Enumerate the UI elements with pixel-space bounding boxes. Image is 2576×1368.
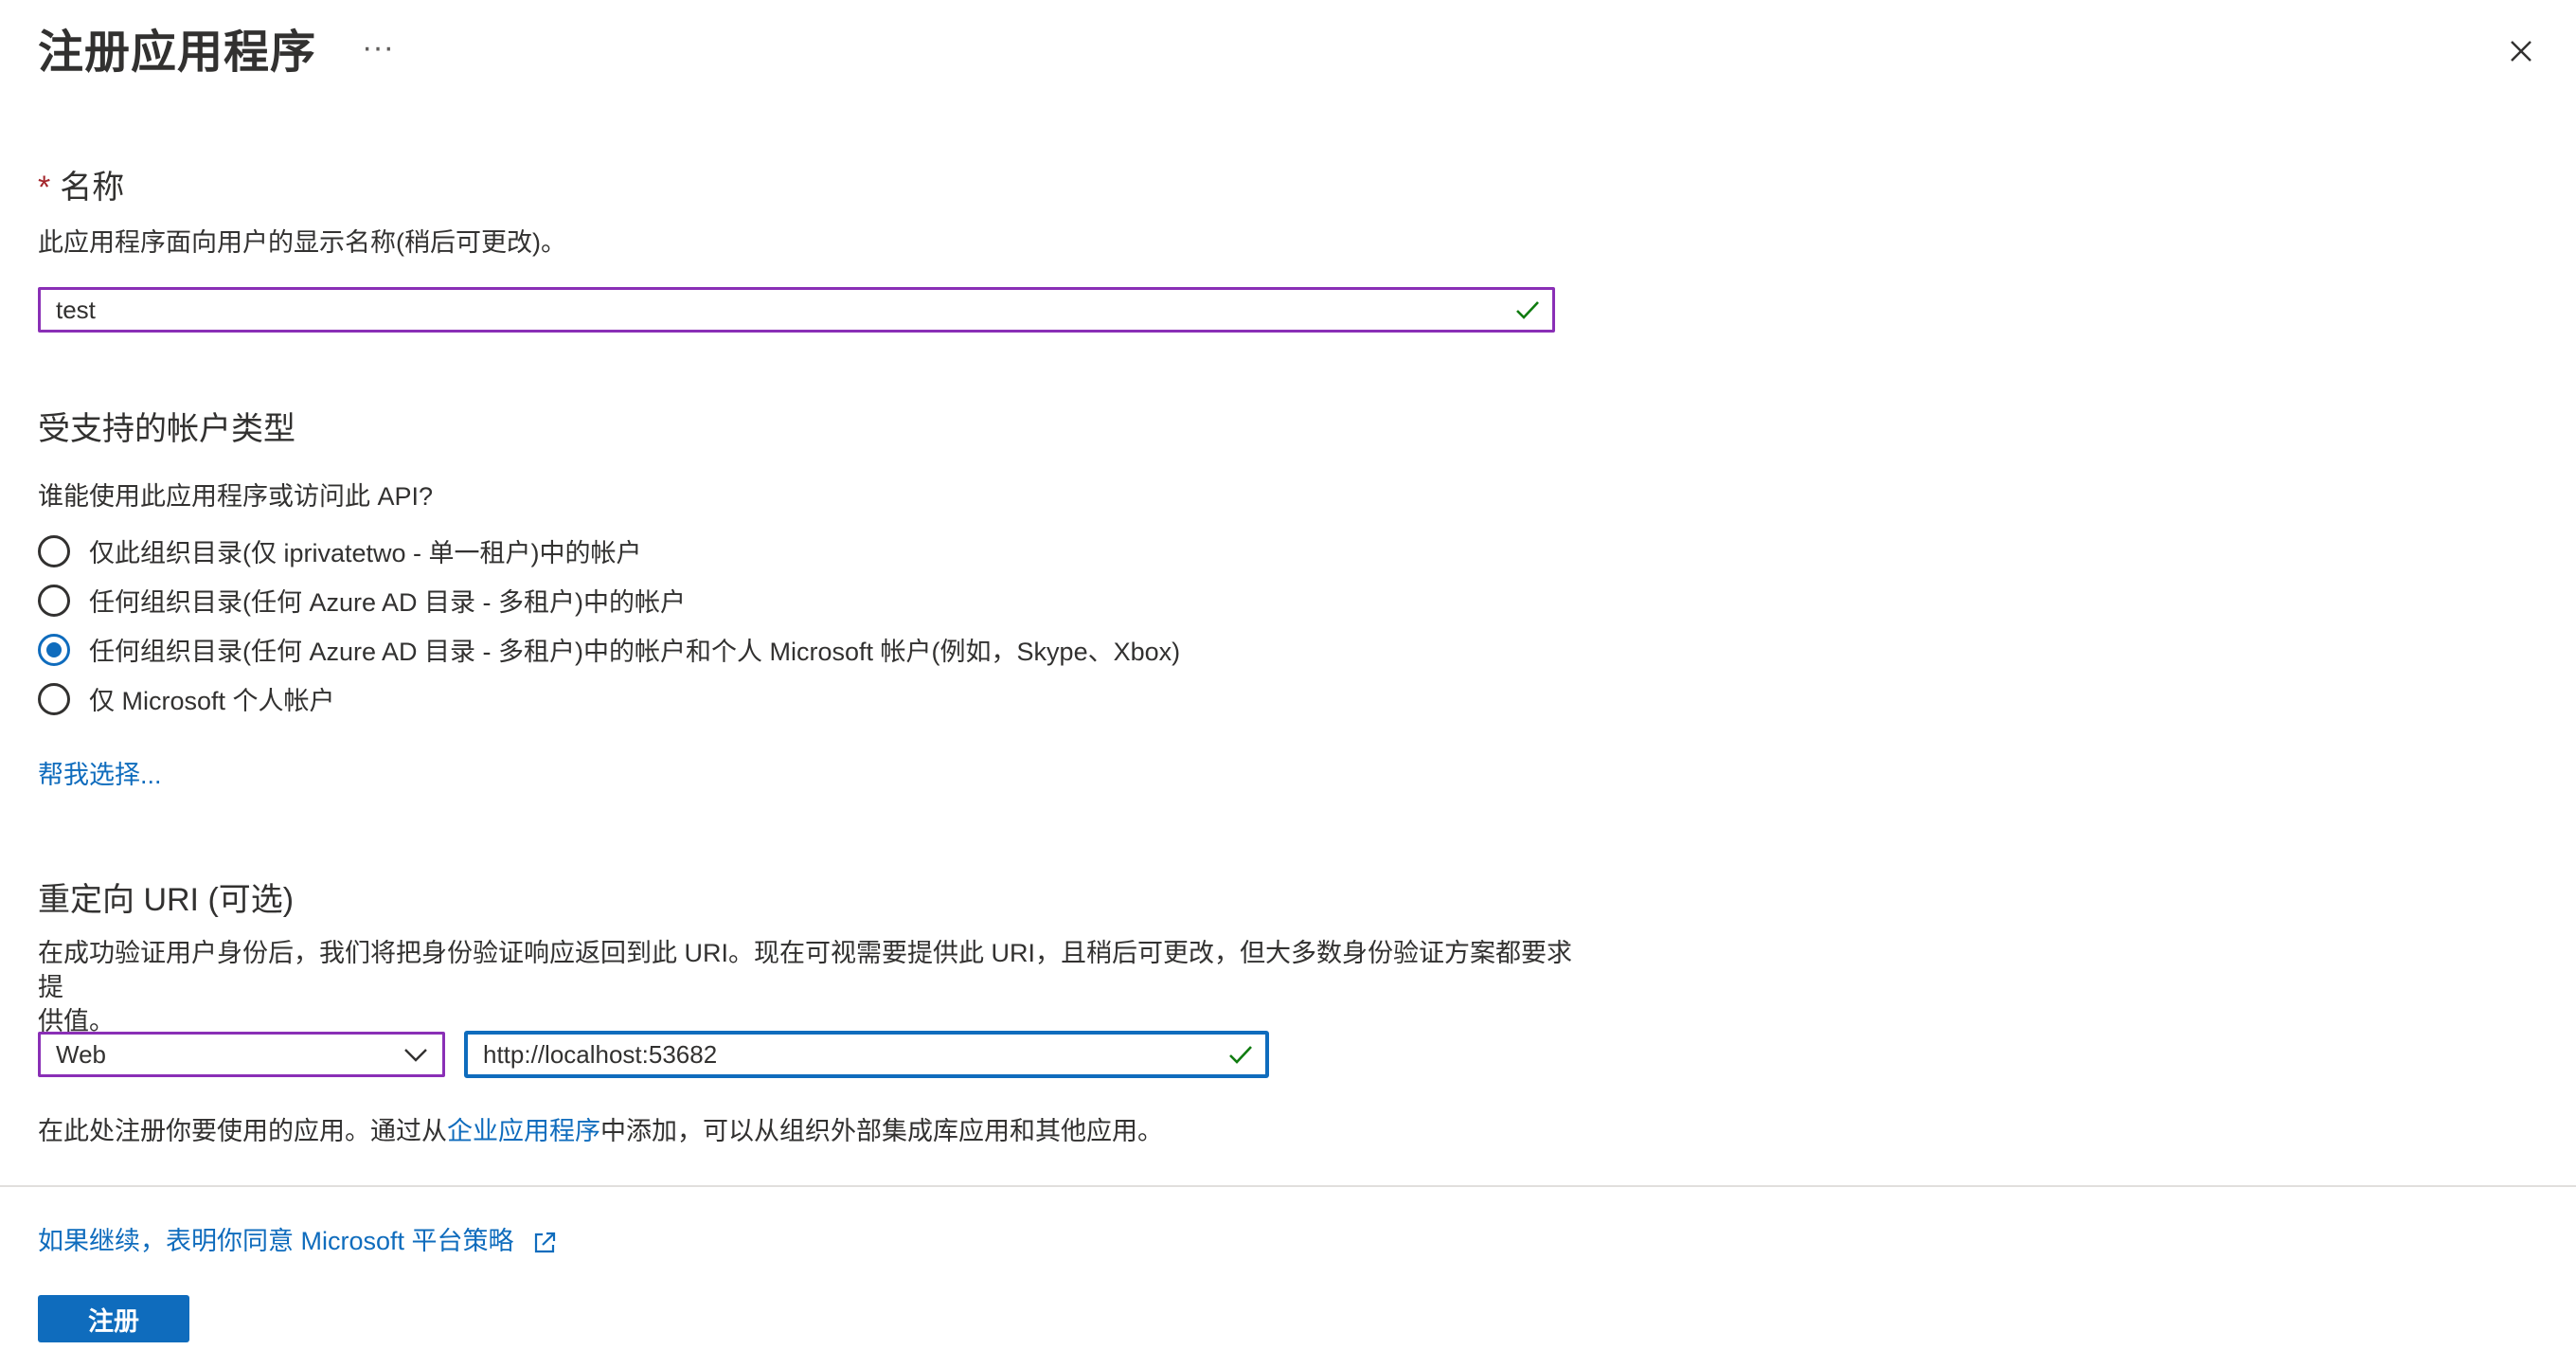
enterprise-apps-link[interactable]: 企业应用程序	[447, 1117, 600, 1145]
radio-multi-tenant-personal[interactable]: 任何组织目录(任何 Azure AD 目录 - 多租户)中的帐户和个人 Micr…	[38, 631, 1180, 668]
close-icon	[2511, 41, 2531, 62]
platform-policy-link[interactable]: 如果继续，表明你同意 Microsoft 平台策略	[38, 1227, 514, 1255]
enterprise-apps-note: 在此处注册你要使用的应用。通过从企业应用程序中添加，可以从组织外部集成库应用和其…	[38, 1114, 1163, 1148]
platform-select[interactable]: Web	[38, 1032, 445, 1077]
chevron-down-icon	[404, 1049, 427, 1062]
name-label-text: 名称	[60, 170, 125, 206]
redirect-uri-description: 在成功验证用户身份后，我们将把身份验证响应返回到此 URI。现在可视需要提供此 …	[38, 936, 1591, 1038]
note-suffix: 中添加，可以从组织外部集成库应用和其他应用。	[600, 1117, 1163, 1145]
account-types-heading: 受支持的帐户类型	[38, 411, 295, 447]
account-types-question: 谁能使用此应用程序或访问此 API?	[38, 482, 434, 511]
radio-button[interactable]	[38, 682, 70, 715]
footer-divider	[0, 1185, 2576, 1187]
valid-check-icon	[1229, 1046, 1252, 1064]
radio-button[interactable]	[38, 584, 70, 617]
redirect-description-line1: 在成功验证用户身份后，我们将把身份验证响应返回到此 URI。现在可视需要提供此 …	[38, 939, 1572, 1001]
note-prefix: 在此处注册你要使用的应用。通过从	[38, 1117, 447, 1145]
external-link-icon[interactable]	[530, 1229, 559, 1257]
help-me-choose-link[interactable]: 帮我选择...	[38, 758, 162, 792]
radio-label: 任何组织目录(任何 Azure AD 目录 - 多租户)中的帐户	[89, 588, 687, 617]
name-description: 此应用程序面向用户的显示名称(稍后可更改)。	[38, 228, 566, 257]
radio-label: 仅 Microsoft 个人帐户	[89, 687, 335, 715]
platform-policy: 如果继续，表明你同意 Microsoft 平台策略	[38, 1224, 559, 1258]
panel-header: 注册应用程序 ···	[38, 21, 394, 85]
radio-selected-dot	[46, 641, 62, 657]
name-input-value: test	[56, 295, 96, 324]
radio-multi-tenant[interactable]: 任何组织目录(任何 Azure AD 目录 - 多租户)中的帐户	[38, 582, 686, 619]
redirect-uri-heading: 重定向 URI (可选)	[38, 882, 295, 918]
register-app-panel: 注册应用程序 ··· * 名称 此应用程序面向用户的显示名称(稍后可更改)。 te…	[0, 0, 2576, 1368]
required-mark: *	[38, 170, 51, 206]
redirect-uri-input[interactable]: http://localhost:53682	[464, 1031, 1269, 1078]
name-label: * 名称	[38, 165, 124, 210]
valid-check-icon	[1516, 301, 1539, 319]
radio-button[interactable]	[38, 534, 70, 567]
radio-button-selected[interactable]	[38, 633, 70, 666]
radio-personal-only[interactable]: 仅 Microsoft 个人帐户	[38, 680, 335, 717]
radio-single-tenant[interactable]: 仅此组织目录(仅 iprivatetwo - 单一租户)中的帐户	[38, 532, 642, 569]
radio-label: 仅此组织目录(仅 iprivatetwo - 单一租户)中的帐户	[89, 539, 642, 567]
more-options-icon[interactable]: ···	[362, 31, 394, 75]
close-button[interactable]	[2504, 34, 2538, 68]
page-title: 注册应用程序	[38, 27, 317, 78]
radio-label: 任何组织目录(任何 Azure AD 目录 - 多租户)中的帐户和个人 Micr…	[89, 638, 1181, 666]
register-button[interactable]: 注册	[38, 1295, 189, 1342]
platform-select-value: Web	[56, 1039, 106, 1069]
name-input[interactable]: test	[38, 287, 1555, 333]
redirect-uri-value: http://localhost:53682	[483, 1039, 718, 1069]
